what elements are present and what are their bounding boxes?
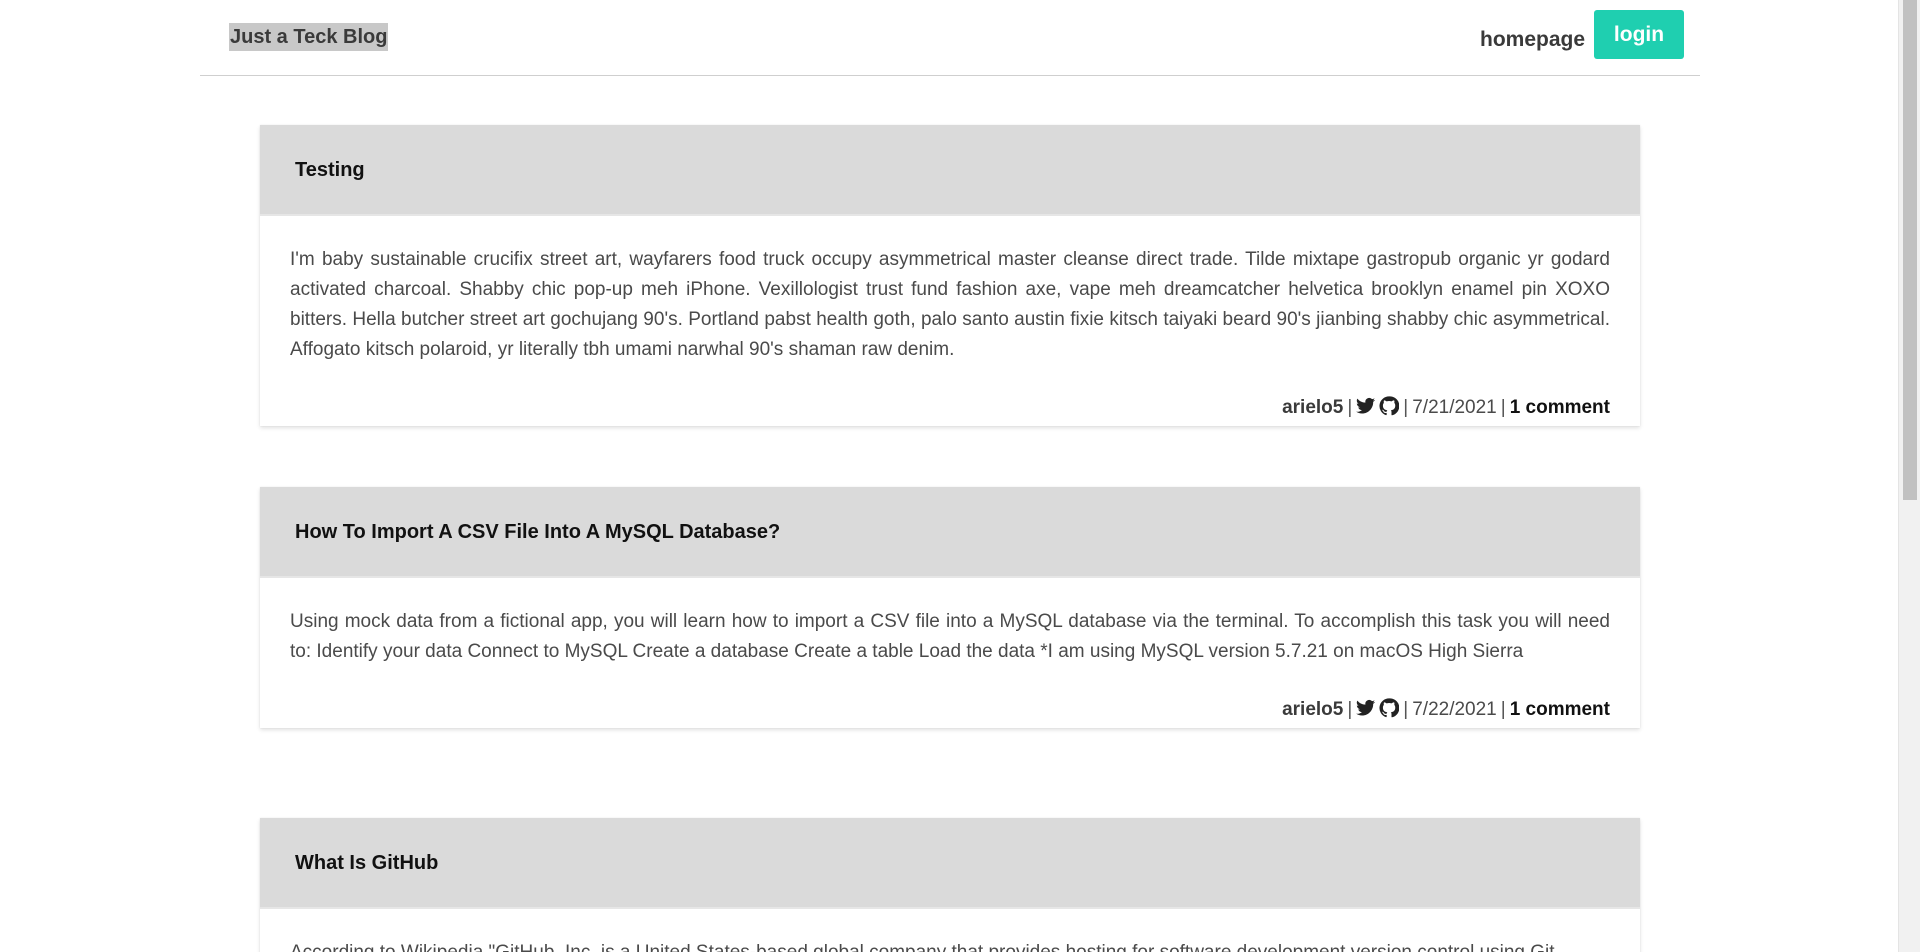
scrollbar-thumb[interactable] <box>1903 0 1917 500</box>
post-author: arielo5 <box>1282 699 1344 720</box>
github-icon[interactable] <box>1379 396 1400 416</box>
meta-separator: | <box>1347 397 1353 418</box>
meta-separator: | <box>1500 397 1506 418</box>
site-brand-link[interactable]: Just a Teck Blog <box>229 23 389 51</box>
login-button[interactable]: login <box>1594 10 1684 59</box>
post-card: Testing I'm baby sustainable crucifix st… <box>260 125 1640 426</box>
twitter-icon[interactable] <box>1356 396 1376 416</box>
meta-separator: | <box>1347 699 1353 720</box>
site-header: Just a Teck Blog homepage login <box>200 0 1700 76</box>
post-comments-link[interactable]: 1 comment <box>1510 699 1610 720</box>
post-body: According to Wikipedia "GitHub, Inc. is … <box>260 909 1640 952</box>
post-meta: arielo5 | | 7/22/2021 | 1 comment <box>260 667 1640 728</box>
post-header[interactable]: Testing <box>260 125 1640 216</box>
post-author: arielo5 <box>1282 397 1344 418</box>
github-icon[interactable] <box>1379 698 1400 718</box>
post-meta: arielo5 | | 7/21/2021 | 1 comment <box>260 365 1640 426</box>
meta-separator: | <box>1403 699 1409 720</box>
post-title[interactable]: Testing <box>295 125 365 216</box>
post-title[interactable]: How To Import A CSV File Into A MySQL Da… <box>295 487 780 578</box>
post-body: I'm baby sustainable crucifix street art… <box>290 249 1610 360</box>
post-comments-link[interactable]: 1 comment <box>1510 397 1610 418</box>
meta-separator: | <box>1403 397 1409 418</box>
post-header[interactable]: What Is GitHub <box>260 818 1640 909</box>
post-header[interactable]: How To Import A CSV File Into A MySQL Da… <box>260 487 1640 578</box>
post-date: 7/21/2021 <box>1412 397 1497 418</box>
post-body: Using mock data from a fictional app, yo… <box>290 611 1610 662</box>
vertical-scrollbar[interactable] <box>1898 0 1920 952</box>
meta-separator: | <box>1500 699 1506 720</box>
post-title[interactable]: What Is GitHub <box>295 818 438 909</box>
page: Just a Teck Blog homepage login Testing … <box>0 0 1898 952</box>
post-date: 7/22/2021 <box>1412 699 1497 720</box>
nav-homepage-link[interactable]: homepage <box>1480 27 1585 53</box>
twitter-icon[interactable] <box>1356 698 1376 718</box>
post-card: How To Import A CSV File Into A MySQL Da… <box>260 487 1640 728</box>
browser-viewport: Just a Teck Blog homepage login Testing … <box>0 0 1920 952</box>
post-card: What Is GitHub According to Wikipedia "G… <box>260 818 1640 952</box>
